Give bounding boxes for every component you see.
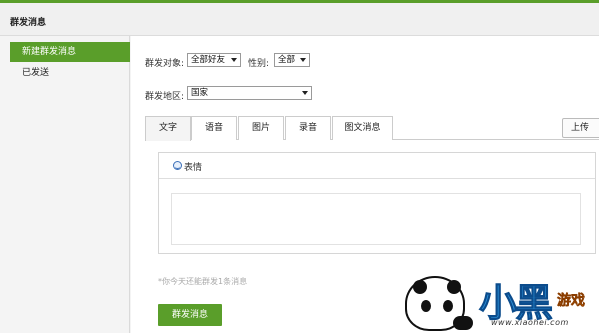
chevron-down-icon xyxy=(231,58,237,62)
region-select-value: 国家 xyxy=(191,88,209,98)
message-editor: 表情 xyxy=(158,152,596,254)
target-label: 群发对象: xyxy=(145,59,185,69)
send-broadcast-button[interactable]: 群发消息 xyxy=(158,304,222,326)
target-select[interactable]: 全部好友 xyxy=(187,53,241,67)
tab-image[interactable]: 图片 xyxy=(238,116,284,140)
target-select-value: 全部好友 xyxy=(191,55,226,65)
tab-recording[interactable]: 录音 xyxy=(285,116,331,140)
gender-select-value: 全部 xyxy=(278,55,296,65)
emoji-button-label[interactable]: 表情 xyxy=(184,160,202,173)
upload-button[interactable]: 上传 xyxy=(562,118,599,138)
region-select[interactable]: 国家 xyxy=(187,86,312,100)
panda-mascot-icon xyxy=(405,276,473,331)
page-title: 群发消息 xyxy=(10,18,47,28)
watermark-url: www.xiaohei.com xyxy=(491,318,569,327)
sidebar-item-sent[interactable]: 已发送 xyxy=(10,63,130,83)
emoji-icon[interactable] xyxy=(173,161,182,170)
message-textarea[interactable] xyxy=(171,193,581,245)
tab-voice[interactable]: 语音 xyxy=(191,116,237,140)
region-label: 群发地区: xyxy=(145,92,185,102)
gender-label: 性别: xyxy=(248,59,270,69)
quota-hint: *你今天还能群发1条消息 xyxy=(158,277,248,286)
tab-text[interactable]: 文字 xyxy=(145,116,191,141)
sidebar: 新建群发消息 已发送 xyxy=(0,36,130,333)
editor-toolbar: 表情 xyxy=(159,153,595,179)
chevron-down-icon xyxy=(302,91,308,95)
chevron-down-icon xyxy=(300,58,306,62)
watermark-logo: 小黑 游戏 www.xiaohei.com xyxy=(405,268,599,333)
gender-select[interactable]: 全部 xyxy=(274,53,310,67)
tab-news[interactable]: 图文消息 xyxy=(332,116,393,140)
page-header: 群发消息 xyxy=(0,3,599,36)
watermark-brand-sub: 游戏 xyxy=(557,293,586,310)
sidebar-item-new-broadcast[interactable]: 新建群发消息 xyxy=(10,42,130,62)
